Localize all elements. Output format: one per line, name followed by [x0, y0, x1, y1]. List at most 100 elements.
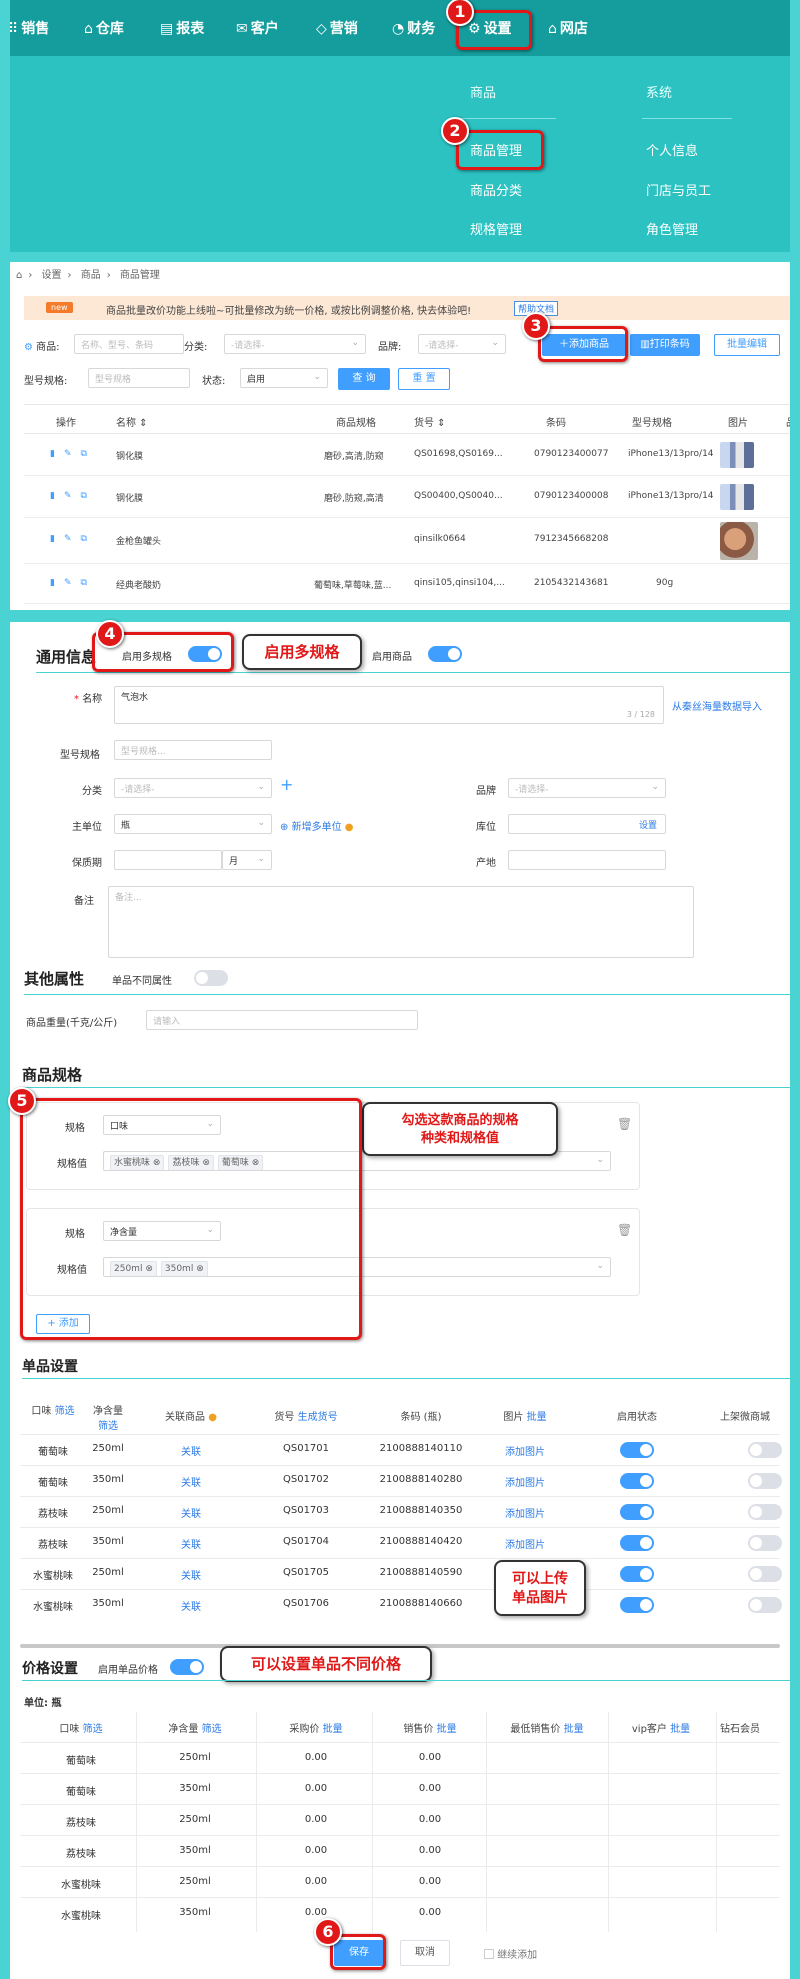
- edit-icon[interactable]: ✎: [64, 534, 81, 544]
- model-input[interactable]: 型号规格: [88, 368, 190, 388]
- product-thumbnail[interactable]: [720, 442, 754, 468]
- edit-icon[interactable]: ✎: [64, 578, 81, 588]
- batch-link[interactable]: 批量: [437, 1724, 457, 1735]
- cell-image[interactable]: 添加图片: [480, 1474, 570, 1489]
- cell-sale[interactable]: 0.00: [380, 1845, 480, 1856]
- table-row[interactable]: ▮✎⧉ 钢化膜 磨砂,高清,防窥 QS01698,QS0169... 07901…: [24, 434, 790, 476]
- trash-icon[interactable]: ▮: [50, 449, 64, 459]
- name-input[interactable]: 气泡水 3 / 128: [114, 686, 664, 724]
- nav-item-store[interactable]: ⌂ 网店: [548, 18, 588, 38]
- batch-link[interactable]: 批量: [564, 1724, 584, 1735]
- cell-related[interactable]: 关联: [144, 1567, 238, 1582]
- status-toggle[interactable]: [620, 1566, 654, 1582]
- status-toggle[interactable]: [620, 1473, 654, 1489]
- cell-related[interactable]: 关联: [144, 1598, 238, 1613]
- nav-item-finance[interactable]: ◔ 财务: [392, 18, 435, 38]
- import-data-link[interactable]: 从秦丝海量数据导入: [672, 698, 762, 713]
- product-thumbnail[interactable]: [720, 522, 758, 560]
- location-input[interactable]: 设置: [508, 814, 666, 834]
- cell-image[interactable]: 添加图片: [480, 1443, 570, 1458]
- cell-related[interactable]: 关联: [144, 1443, 238, 1458]
- nav-item-marketing[interactable]: ◇ 营销: [316, 18, 358, 38]
- cell-sale[interactable]: 0.00: [380, 1752, 480, 1763]
- nav-item-customer[interactable]: ✉ 客户: [236, 18, 279, 38]
- th-name[interactable]: 名称 ⇕: [116, 414, 148, 429]
- add-category-icon[interactable]: +: [280, 775, 293, 794]
- note-textarea[interactable]: 备注...: [108, 886, 694, 958]
- table-row[interactable]: ▮✎⧉ 金枪鱼罐头 qinsilk0664 7912345668208: [24, 518, 790, 564]
- product-search-input[interactable]: 名称、型号、条码: [74, 334, 184, 354]
- cell-sale[interactable]: 0.00: [380, 1907, 480, 1918]
- nav-item-report[interactable]: ▤ 报表: [160, 18, 204, 38]
- cell-related[interactable]: 关联: [144, 1536, 238, 1551]
- batch-link[interactable]: 批量: [527, 1412, 547, 1423]
- delete-spec-icon[interactable]: 🗑: [617, 1117, 632, 1131]
- shelf-toggle[interactable]: [748, 1535, 782, 1551]
- nav-item-sales[interactable]: ⠿ 销售: [8, 18, 49, 38]
- filter-link[interactable]: 筛选: [202, 1724, 222, 1735]
- brand-select[interactable]: -请选择- ⌄: [418, 334, 506, 354]
- location-set-link[interactable]: 设置: [639, 818, 657, 831]
- cell-image[interactable]: 添加图片: [480, 1505, 570, 1520]
- trash-icon[interactable]: ▮: [50, 491, 64, 501]
- copy-icon[interactable]: ⧉: [81, 578, 96, 588]
- cell-sale[interactable]: 0.00: [380, 1876, 480, 1887]
- filter-link[interactable]: 筛选: [98, 1421, 118, 1432]
- delete-spec-icon[interactable]: 🗑: [617, 1223, 632, 1237]
- unit-select[interactable]: 瓶 ⌄: [114, 814, 272, 834]
- cell-purchase[interactable]: 0.00: [266, 1907, 366, 1918]
- batch-link[interactable]: 批量: [670, 1724, 690, 1735]
- continue-add-option[interactable]: 继续添加: [484, 1946, 537, 1961]
- generate-sku-link[interactable]: 生成货号: [298, 1412, 338, 1423]
- model-input[interactable]: 型号规格...: [114, 740, 272, 760]
- enable-product-toggle[interactable]: [428, 646, 462, 662]
- cancel-button[interactable]: 取消: [400, 1940, 450, 1966]
- weight-input[interactable]: 请输入: [146, 1010, 418, 1030]
- shelf-toggle[interactable]: [748, 1442, 782, 1458]
- cell-purchase[interactable]: 0.00: [266, 1876, 366, 1887]
- diff-attr-toggle[interactable]: [194, 970, 228, 986]
- category-select[interactable]: -请选择- ⌄: [114, 778, 272, 798]
- copy-icon[interactable]: ⧉: [81, 534, 96, 544]
- copy-icon[interactable]: ⧉: [81, 449, 96, 459]
- category-select[interactable]: -请选择- ⌄: [224, 334, 366, 354]
- shelf-toggle[interactable]: [748, 1504, 782, 1520]
- cell-purchase[interactable]: 0.00: [266, 1814, 366, 1825]
- status-toggle[interactable]: [620, 1597, 654, 1613]
- continue-checkbox[interactable]: [484, 1949, 494, 1959]
- cell-sale[interactable]: 0.00: [380, 1783, 480, 1794]
- shelf-toggle[interactable]: [748, 1566, 782, 1582]
- menu-item-profile[interactable]: 个人信息: [646, 140, 698, 159]
- shelf-toggle[interactable]: [748, 1473, 782, 1489]
- nav-item-warehouse[interactable]: ⌂ 仓库: [84, 18, 124, 38]
- reset-button[interactable]: 重 置: [398, 368, 450, 390]
- query-button[interactable]: 查 询: [338, 368, 390, 390]
- menu-item-product-category[interactable]: 商品分类: [470, 180, 522, 199]
- menu-item-spec-mgmt[interactable]: 规格管理: [470, 219, 522, 238]
- cell-purchase[interactable]: 0.00: [266, 1752, 366, 1763]
- edit-icon[interactable]: ✎: [64, 449, 81, 459]
- shelf-life-input[interactable]: [114, 850, 222, 870]
- trash-icon[interactable]: ▮: [50, 534, 64, 544]
- table-row[interactable]: ▮✎⧉ 经典老酸奶 葡萄味,草莓味,蓝... qinsi105,qinsi104…: [24, 564, 790, 604]
- menu-item-roles[interactable]: 角色管理: [646, 219, 698, 238]
- cell-purchase[interactable]: 0.00: [266, 1845, 366, 1856]
- th-sku[interactable]: 货号 ⇕: [414, 414, 446, 429]
- table-row[interactable]: ▮✎⧉ 钢化膜 磨砂,防窥,高清 QS00400,QS0040... 07901…: [24, 476, 790, 518]
- crumb-settings[interactable]: 设置: [42, 270, 62, 281]
- trash-icon[interactable]: ▮: [50, 578, 64, 588]
- status-toggle[interactable]: [620, 1442, 654, 1458]
- print-barcode-button[interactable]: ▥打印条码: [630, 334, 700, 356]
- menu-item-store-staff[interactable]: 门店与员工: [646, 180, 711, 199]
- home-icon[interactable]: ⌂: [16, 270, 22, 281]
- shelf-life-unit-select[interactable]: 月 ⌄: [222, 850, 272, 870]
- status-toggle[interactable]: [620, 1504, 654, 1520]
- status-toggle[interactable]: [620, 1535, 654, 1551]
- batch-edit-button[interactable]: 批量编辑: [714, 334, 780, 356]
- copy-icon[interactable]: ⧉: [81, 491, 96, 501]
- cell-related[interactable]: 关联: [144, 1474, 238, 1489]
- edit-icon[interactable]: ✎: [64, 491, 81, 501]
- cell-related[interactable]: 关联: [144, 1505, 238, 1520]
- batch-link[interactable]: 批量: [323, 1724, 343, 1735]
- brand-select[interactable]: -请选择- ⌄: [508, 778, 666, 798]
